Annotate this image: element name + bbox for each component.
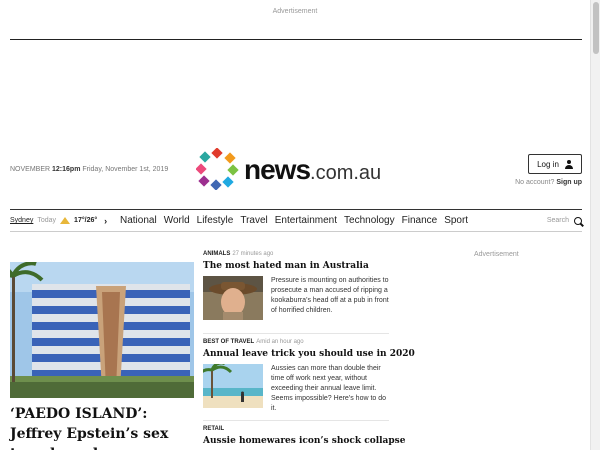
story-headline[interactable]: The most hated man in Australia [203, 261, 389, 271]
nav-item-finance[interactable]: Finance [402, 215, 438, 226]
user-icon [564, 159, 573, 169]
news-logo[interactable]: news.com.au [196, 148, 396, 190]
date-line: NOVEMBER 12:16pm Friday, November 1st, 2… [10, 166, 168, 173]
story-time: 27 minutes ago [232, 251, 274, 257]
no-account-text: No account? [515, 179, 555, 186]
story-thumbnail[interactable] [203, 276, 263, 320]
nav-item-entertainment[interactable]: Entertainment [275, 215, 337, 226]
story-category[interactable]: Best of Travel [203, 339, 254, 345]
story-item[interactable]: Best of Travel Amid an hour ago Annual le… [203, 339, 415, 414]
chevron-right-icon[interactable]: › [104, 216, 107, 226]
top-advertisement-label: Advertisement [272, 8, 318, 15]
logo-word: news [244, 154, 311, 185]
logo-dot [224, 152, 236, 164]
login-button[interactable]: Log in [528, 154, 582, 174]
weather-when: Today [37, 217, 57, 224]
story-blurb: Pressure is mounting on authorities to p… [271, 277, 389, 314]
logo-dot [199, 151, 211, 163]
search-label: Search [546, 217, 569, 224]
logo-dot [198, 175, 210, 187]
side-advertisement-label: Advertisement [474, 251, 519, 258]
logo-dot [222, 176, 234, 188]
nav-item-national[interactable]: National [120, 215, 157, 226]
story-category[interactable]: Retail [203, 426, 224, 432]
story-divider [203, 420, 389, 421]
login-label: Log in [537, 159, 559, 169]
account-line: No account? Sign up [515, 179, 582, 186]
story-tag: Retail [203, 426, 389, 432]
search-button[interactable]: Search [546, 216, 582, 225]
hero-headline[interactable]: ‘PAEDO ISLAND’: Jeffrey Epstein’s sex te… [10, 404, 196, 450]
nav-item-lifestyle[interactable]: Lifestyle [197, 215, 234, 226]
story-tag: Best of Travel Amid an hour ago [203, 339, 389, 345]
story-headline[interactable]: Aussie homewares icon’s shock collapse [203, 436, 405, 446]
main-nav: Sydney Today 17°/26° › National World Li… [10, 210, 582, 231]
story-blurb: Aussies can more than double their time … [271, 365, 387, 412]
story-item[interactable]: Animals 27 minutes ago The most hated man… [203, 251, 389, 320]
story-tag: Animals 27 minutes ago [203, 251, 389, 257]
logo-dot [211, 148, 223, 159]
partly-sunny-icon [60, 217, 71, 224]
story-body: Pressure is mounting on authorities to p… [203, 276, 389, 320]
story-divider [203, 333, 389, 334]
logo-dot [227, 164, 239, 176]
logo-dot [196, 163, 207, 175]
header-divider [10, 39, 582, 40]
logo-domain: .com.au [310, 162, 382, 184]
scrollbar-thumb[interactable] [593, 2, 599, 54]
date-month: NOVEMBER [10, 166, 51, 173]
logo-dots-icon [196, 148, 239, 190]
nav-item-sport[interactable]: Sport [444, 215, 468, 226]
search-icon [574, 216, 582, 225]
hero-image[interactable] [10, 262, 194, 398]
nav-bottom-divider [10, 231, 582, 232]
story-time: Amid an hour ago [256, 339, 304, 345]
story-category[interactable]: Animals [203, 251, 230, 257]
logo-dot [210, 179, 222, 190]
story-headline[interactable]: Annual leave trick you should use in 202… [203, 349, 415, 359]
logo-wordmark: news.com.au [244, 154, 381, 186]
nav-item-travel[interactable]: Travel [240, 215, 267, 226]
story-thumbnail[interactable] [203, 364, 263, 408]
date-time: 12:16pm [52, 166, 81, 173]
story-body: Aussies can more than double their time … [203, 364, 389, 414]
weather-temps: 17°/26° [74, 217, 98, 224]
weather-widget[interactable]: Sydney Today 17°/26° › [10, 216, 120, 226]
date-full: Friday, November 1st, 2019 [82, 166, 169, 173]
nav-links: National World Lifestyle Travel Entertai… [120, 215, 468, 226]
weather-city[interactable]: Sydney [10, 217, 33, 224]
nav-item-world[interactable]: World [164, 215, 190, 226]
story-item[interactable]: Retail Aussie homewares icon’s shock col… [203, 426, 405, 446]
signup-link[interactable]: Sign up [556, 179, 582, 186]
nav-item-technology[interactable]: Technology [344, 215, 395, 226]
page-scrollbar[interactable] [590, 0, 600, 450]
